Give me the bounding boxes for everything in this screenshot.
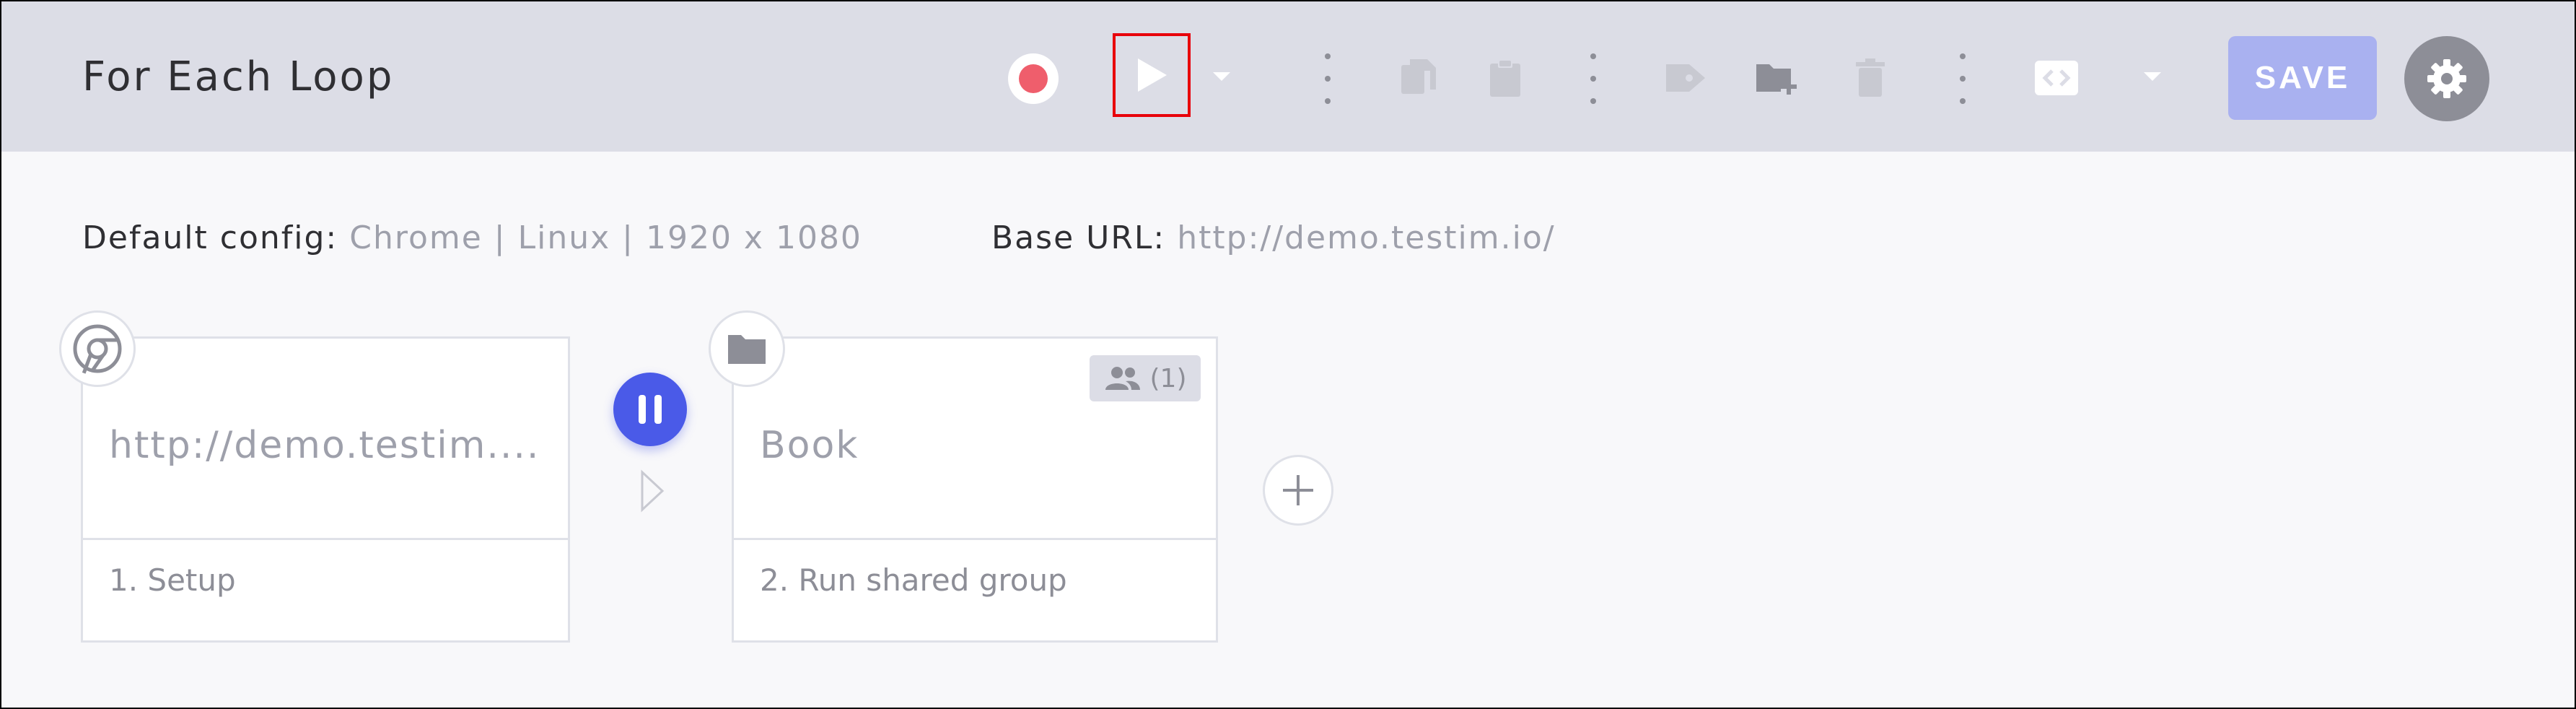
step-label: 2. Run shared group [760,562,1067,598]
chevron-down-icon [2144,72,2161,81]
base-url: Base URL: http://demo.testim.io/ [991,219,1556,256]
code-icon [2035,61,2078,95]
save-button[interactable]: SAVE [2228,36,2377,120]
add-step-button[interactable] [1263,455,1333,526]
chrome-icon [73,324,122,374]
gear-icon [2427,59,2466,98]
folder-icon [728,335,766,364]
settings-button[interactable] [2404,36,2489,121]
paste-button[interactable] [1482,55,1528,101]
trash-icon [1856,58,1885,97]
record-icon [1019,64,1048,93]
more-options-button[interactable] [1320,53,1335,104]
kebab-icon [1590,53,1596,59]
default-config-value[interactable]: Chrome | Linux | 1920 x 1080 [349,219,862,256]
base-url-label: Base URL: [991,219,1166,256]
page-title: For Each Loop [82,53,395,100]
editor-window: For Each Loop SAVE Default config: Chrom… [0,0,2576,709]
more-options-button[interactable] [1586,53,1600,104]
shared-users-badge[interactable]: (1) [1090,355,1201,401]
play-icon [1138,58,1167,92]
code-button[interactable] [2033,55,2080,101]
toolbar-header: For Each Loop SAVE [1,1,2575,152]
shared-users-count: (1) [1149,363,1187,393]
default-config-label: Default config: [82,219,338,256]
play-options-dropdown[interactable] [1211,69,1232,84]
record-button[interactable] [1008,53,1059,104]
base-url-value[interactable]: http://demo.testim.io/ [1177,219,1555,256]
step-name: http://demo.testim.... [109,424,540,467]
pause-button[interactable] [613,373,687,446]
plus-icon [1283,475,1313,505]
step-label: 1. Setup [109,562,236,598]
step-card-body: http://demo.testim.... [83,339,568,540]
users-icon [1105,367,1140,390]
tag-icon [1666,64,1705,92]
folder-plus-icon [1756,64,1797,95]
step-name: Book [760,424,859,467]
default-config: Default config: Chrome | Linux | 1920 x … [82,219,862,256]
more-options-button[interactable] [1955,53,1970,104]
copy-icon [1401,59,1436,94]
step-card-setup[interactable]: http://demo.testim.... 1. Setup [81,336,570,643]
copy-button[interactable] [1396,55,1442,101]
new-folder-button[interactable] [1753,55,1800,101]
step-type-badge [709,310,785,387]
chevron-down-icon [1213,72,1230,81]
kebab-icon [1960,53,1966,59]
paste-icon [1490,59,1520,97]
kebab-icon [1325,53,1331,59]
step-type-badge [59,310,136,387]
delete-button[interactable] [1847,55,1893,101]
pause-icon [639,395,646,424]
step-arrow-icon [641,469,665,513]
play-button[interactable] [1113,33,1191,117]
code-options-dropdown[interactable] [2142,69,2163,84]
tag-button[interactable] [1662,55,1709,101]
